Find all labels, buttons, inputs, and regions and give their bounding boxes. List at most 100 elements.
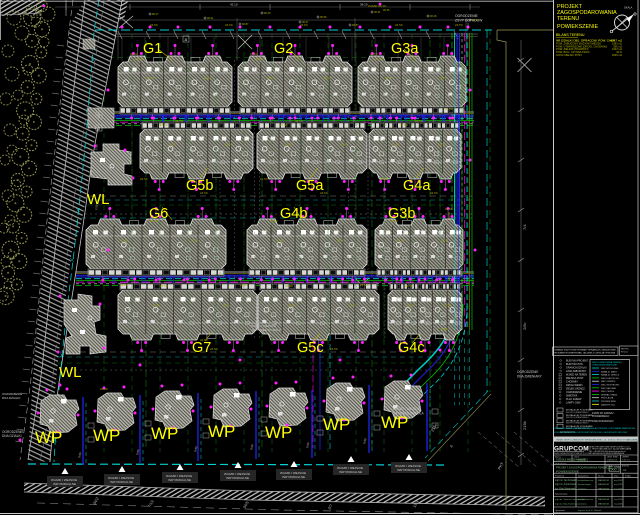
svg-text:24.50: 24.50 <box>135 57 143 61</box>
svg-text:DRENAZ OPASK.: DRENAZ OPASK. <box>601 393 618 396</box>
svg-text:KANALIZ. SANIT.: KANALIZ. SANIT. <box>601 370 618 373</box>
svg-text:PRZYLACZA: PRZYLACZA <box>601 397 614 400</box>
svg-text:DNA ZMIENIARY: DNA ZMIENIARY <box>517 375 543 379</box>
svg-text:24.50: 24.50 <box>330 347 338 351</box>
svg-text:Nr upr.: Nr upr. <box>598 476 604 478</box>
svg-text:MA/0001/01: MA/0001/01 <box>598 479 610 482</box>
svg-text:24.50: 24.50 <box>100 387 108 391</box>
svg-text:12.30: 12.30 <box>277 239 284 243</box>
svg-text:ILOSC MIEJSC POST.: ILOSC MIEJSC POST. <box>556 53 583 57</box>
svg-text:ZAWORY ODC.: ZAWORY ODC. <box>601 403 616 406</box>
svg-text:24.50: 24.50 <box>445 107 453 111</box>
svg-text:2-07-13: 2-07-13 <box>622 459 630 461</box>
svg-text:12.30: 12.30 <box>267 76 274 80</box>
svg-text:24.50: 24.50 <box>280 123 288 127</box>
svg-text:maj 2021: maj 2021 <box>578 458 589 461</box>
svg-text:Opracowal:: Opracowal: <box>555 510 566 512</box>
svg-text:WP: WP <box>208 422 235 441</box>
svg-text:G2: G2 <box>274 41 293 57</box>
svg-text:mgr inz. Anna Nowak: mgr inz. Anna Nowak <box>555 483 578 486</box>
svg-text:SIEC CIEPLN.: SIEC CIEPLN. <box>601 391 615 393</box>
svg-text:G3b: G3b <box>388 206 415 222</box>
svg-text:ZSYP ODPADOW: ZSYP ODPADOW <box>455 19 483 23</box>
svg-text:konstrukcyjna: konstrukcyjna <box>578 483 592 486</box>
svg-text:G6: G6 <box>149 206 168 222</box>
svg-text:24.50: 24.50 <box>285 284 293 288</box>
svg-text:12.30: 12.30 <box>121 239 128 243</box>
svg-text:Projektant: Projektant <box>555 474 564 477</box>
svg-text:SKALA: SKALA <box>606 465 613 468</box>
svg-text:24.50: 24.50 <box>360 283 368 287</box>
svg-text:WP: WP <box>323 415 350 434</box>
svg-text:96.56: 96.56 <box>320 15 327 19</box>
svg-text:G5c: G5c <box>297 340 324 356</box>
svg-text:24.50: 24.50 <box>455 23 463 27</box>
svg-text:24.50: 24.50 <box>295 119 303 123</box>
svg-text:146512_8: 146512_8 <box>607 459 618 461</box>
svg-text:INDYWIDUALNE: INDYWIDUALNE <box>339 470 362 474</box>
svg-text:maj 2021: maj 2021 <box>614 504 623 506</box>
svg-text:KANALIZ. DESZCZ.: KANALIZ. DESZCZ. <box>601 374 620 377</box>
svg-text:12.30: 12.30 <box>147 76 154 80</box>
svg-text:24.50: 24.50 <box>270 219 278 223</box>
svg-text:24.50: 24.50 <box>250 52 258 56</box>
svg-text:12.30: 12.30 <box>340 143 347 147</box>
svg-text:24.50: 24.50 <box>430 191 438 195</box>
svg-text:96.20: 96.20 <box>264 11 271 15</box>
svg-text:WL: WL <box>87 191 110 208</box>
svg-text:G1: G1 <box>143 41 162 57</box>
svg-text:WG PROJ. BRANZOWEGO: WG PROJ. BRANZOWEGO <box>566 416 589 419</box>
svg-text:24.50: 24.50 <box>255 57 263 61</box>
svg-text:INDYWIDUALNE: INDYWIDUALNE <box>168 478 191 482</box>
svg-text:24.50: 24.50 <box>405 284 413 288</box>
svg-text:96.87: 96.87 <box>242 22 249 26</box>
svg-text:MA/0005/05: MA/0005/05 <box>598 503 610 506</box>
svg-text:PZT-01: PZT-01 <box>621 352 628 354</box>
svg-text:INDYWIDUALNE: INDYWIDUALNE <box>397 468 420 472</box>
svg-text:12.30: 12.30 <box>222 304 229 308</box>
svg-text:OZNACZENIA GRAFICZNE: OZNACZENIA GRAFICZNE <box>592 363 618 366</box>
svg-text:7/4: 7/4 <box>522 224 527 230</box>
svg-text:A1: A1 <box>623 468 627 472</box>
svg-text:12.30: 12.30 <box>153 304 160 308</box>
svg-text:maj 2021: maj 2021 <box>614 488 623 490</box>
svg-text:12.30: 12.30 <box>288 304 295 308</box>
svg-text:G5a: G5a <box>296 178 324 194</box>
svg-text:12.30: 12.30 <box>337 239 344 243</box>
svg-text:96.17: 96.17 <box>152 12 159 16</box>
svg-text:SIEC GAZOWA: SIEC GAZOWA <box>601 387 616 390</box>
svg-text:maj 2021: maj 2021 <box>614 480 623 482</box>
svg-text:mgr inz. Ewa Kaminska: mgr inz. Ewa Kaminska <box>555 503 579 506</box>
svg-text:215b: 215b <box>522 420 527 430</box>
svg-text:96.35: 96.35 <box>383 8 390 12</box>
svg-text:DNA DZIALKI: DNA DZIALKI <box>2 396 21 400</box>
svg-text:sanitarna: sanitarna <box>578 503 587 506</box>
svg-text:24.50: 24.50 <box>130 52 138 56</box>
svg-text:PRACOWNIA PROJEKTOWA SP. Z O.O: PRACOWNIA PROJEKTOWA SP. Z O.O. <box>554 452 589 455</box>
svg-text:INDYWIDUALNE: INDYWIDUALNE <box>110 480 133 484</box>
svg-text:12.30: 12.30 <box>191 239 198 243</box>
svg-text:24.50: 24.50 <box>175 119 183 123</box>
svg-text:24.50: 24.50 <box>140 177 148 181</box>
svg-text:24.50: 24.50 <box>400 123 408 127</box>
svg-text:OGRODZENIE: OGRODZENIE <box>455 14 479 18</box>
svg-text:POWIEKSZENIE: POWIEKSZENIE <box>556 469 579 473</box>
svg-text:architektoniczna: architektoniczna <box>578 498 594 501</box>
svg-text:mgr inz. Jan Kowalski: mgr inz. Jan Kowalski <box>555 479 578 482</box>
svg-text:2036 m2: 2036 m2 <box>612 53 623 57</box>
svg-text:Sprawdzajacy: Sprawdzajacy <box>555 494 567 496</box>
svg-text:WL: WL <box>59 364 82 381</box>
svg-text:24.50: 24.50 <box>225 23 233 27</box>
svg-text:96.31: 96.31 <box>374 10 381 14</box>
svg-text:STUDNIE REW.: STUDNIE REW. <box>601 401 616 403</box>
svg-text:12.30: 12.30 <box>324 76 331 80</box>
svg-text:24.50: 24.50 <box>260 177 268 181</box>
svg-text:24.50: 24.50 <box>160 284 168 288</box>
svg-text:RYSUNEK ROZPATRYWAC LACZNIE Z: RYSUNEK ROZPATRYWAC LACZNIE Z CZESCIA OP… <box>555 352 616 355</box>
svg-text:42.10: 42.10 <box>230 3 238 7</box>
svg-text:WP: WP <box>265 423 292 442</box>
svg-text:24.50: 24.50 <box>120 283 128 287</box>
svg-text:WJAZD I WEJSCIE: WJAZD I WEJSCIE <box>393 407 421 411</box>
svg-text:G5b: G5b <box>186 178 213 194</box>
svg-text:96.87: 96.87 <box>352 23 359 27</box>
